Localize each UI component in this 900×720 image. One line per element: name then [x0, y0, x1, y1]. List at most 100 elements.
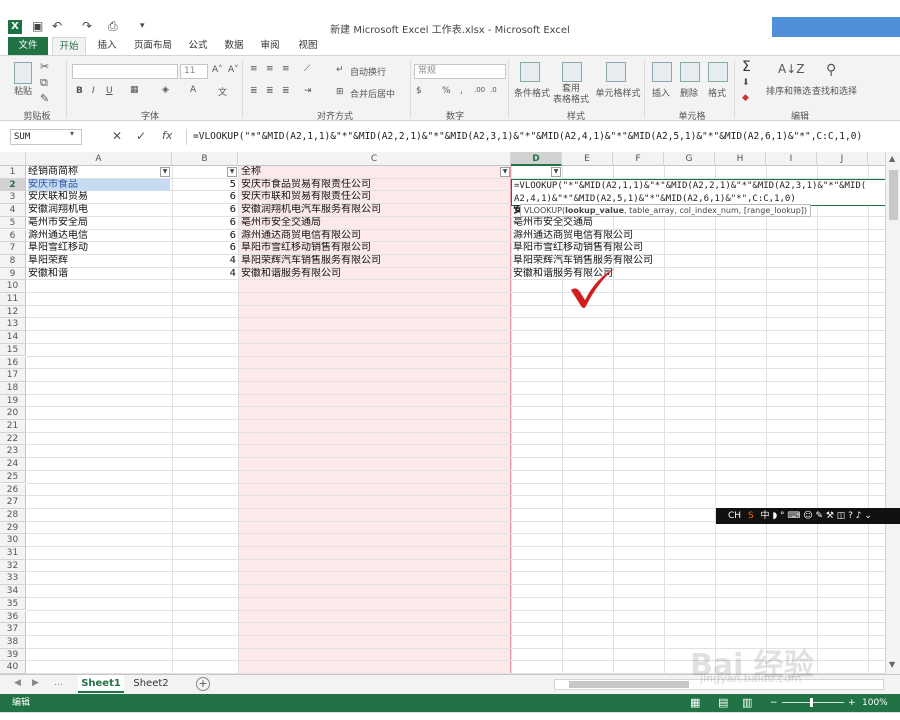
row-header[interactable]: 36 [0, 610, 26, 624]
row-header[interactable]: 30 [0, 534, 26, 547]
cell-col-c[interactable]: 阜阳市雪红移动销售有限公司 [241, 242, 371, 254]
cancel-icon[interactable]: ✕ [112, 129, 122, 143]
cell-col-c[interactable]: 安庆市食品贸易有限责任公司 [241, 179, 371, 191]
worksheet-grid[interactable]: A B C D E F G H I J 1 2 3 4 5 6 7 8 9 10 11 12 13 14 1… [0, 152, 885, 674]
cell-col-a[interactable]: 安徽和谐 [28, 268, 68, 280]
row-header[interactable]: 17 [0, 369, 26, 382]
cell-col-d[interactable]: 阜阳市雪红移动销售有限公司 [513, 242, 643, 254]
page-layout-view-icon[interactable]: ▤ [718, 694, 728, 712]
font-name-box[interactable] [72, 64, 178, 79]
tab-review[interactable]: 审阅 [256, 37, 284, 55]
cell-col-a[interactable]: 安庆联和贸易 [28, 191, 88, 203]
currency-icon[interactable]: $ [416, 86, 422, 96]
row-header[interactable]: 37 [0, 623, 26, 636]
row-header[interactable]: 19 [0, 394, 26, 408]
cell-col-c[interactable]: 安徽和谐服务有限公司 [241, 268, 341, 280]
copy-icon[interactable]: ⧉ [40, 76, 48, 90]
grow-font-icon[interactable]: A˄ [212, 65, 223, 75]
tab-formulas[interactable]: 公式 [184, 37, 212, 55]
row-header[interactable]: 14 [0, 331, 26, 344]
column-header[interactable]: A [26, 152, 172, 166]
row-header[interactable]: 8 [0, 254, 26, 268]
cell-col-b[interactable]: 5 [174, 179, 236, 191]
cell-col-a[interactable]: 阜阳荣辉 [28, 255, 68, 267]
conditional-format-button[interactable]: 条件格式 [512, 86, 552, 99]
cell-col-c[interactable]: 安徽润翔机电汽车服务有限公司 [241, 204, 381, 216]
normal-view-icon[interactable]: ▦ [690, 694, 700, 712]
filter-dropdown-c[interactable]: ▼ [500, 167, 510, 177]
row-header[interactable]: 15 [0, 343, 26, 357]
row-header[interactable]: 25 [0, 470, 26, 484]
merge-icon[interactable]: ⊞ [336, 87, 344, 97]
row-header[interactable]: 39 [0, 648, 26, 662]
column-header[interactable]: F [613, 152, 664, 166]
sheet-more-icon[interactable]: … [54, 678, 63, 688]
wrap-text-button[interactable]: 自动换行 [350, 65, 386, 78]
cell-col-b[interactable]: 4 [174, 268, 236, 280]
row-header[interactable]: 21 [0, 420, 26, 433]
fill-color-icon[interactable]: ◈ [162, 85, 169, 95]
find-select-button[interactable]: 查找和选择 [812, 84, 857, 97]
merge-center-button[interactable]: 合并后居中 [350, 87, 395, 100]
format-table-button[interactable]: 套用 表格格式 [550, 84, 592, 106]
enter-icon[interactable]: ✓ [136, 129, 146, 143]
tab-home[interactable]: 开始 [52, 37, 86, 55]
row-header[interactable]: 22 [0, 432, 26, 446]
shrink-font-icon[interactable]: A˅ [228, 65, 239, 75]
cell-col-c[interactable]: 亳州市安全交通局 [241, 217, 321, 229]
column-header[interactable]: G [664, 152, 715, 166]
cell-col-a[interactable]: 安庆市食品 [28, 178, 170, 191]
cell-d2-editor[interactable]: =VLOOKUP("*"&MID(A2,1,1)&"*"&MID(A2,2,1)… [511, 179, 891, 206]
column-header[interactable]: B [172, 152, 238, 166]
sheet-tab-sheet1[interactable]: Sheet1 [78, 675, 124, 693]
italic-icon[interactable]: I [92, 86, 95, 96]
delete-cells-button[interactable]: 删除 [680, 86, 698, 99]
cell-col-b[interactable]: 6 [174, 204, 236, 216]
column-header[interactable]: I [766, 152, 817, 166]
row-header[interactable]: 18 [0, 381, 26, 395]
cell-col-b[interactable]: 6 [174, 217, 236, 229]
scroll-thumb[interactable] [889, 170, 898, 220]
cell-col-b[interactable]: 6 [174, 242, 236, 254]
row-header[interactable]: 9 [0, 267, 26, 281]
wrap-text-icon[interactable]: ↵ [336, 65, 344, 75]
tab-insert[interactable]: 插入 [92, 37, 122, 55]
tab-page-layout[interactable]: 页面布局 [128, 37, 178, 55]
format-table-icon[interactable] [562, 62, 582, 82]
decrease-decimal-icon[interactable]: .0 [490, 86, 497, 94]
format-painter-icon[interactable]: ✎ [40, 92, 49, 105]
tab-data[interactable]: 数据 [220, 37, 248, 55]
row-header[interactable]: 20 [0, 407, 26, 420]
vertical-scrollbar[interactable]: ▲ ▼ [885, 152, 900, 674]
ime-mode-icon[interactable]: 中 ◗ ° ⌨ ☺ ✎ ⚒ ◫ ? ♪ ⌄ [761, 511, 872, 521]
sheet-tab-sheet2[interactable]: Sheet2 [128, 675, 174, 693]
percent-icon[interactable]: % [442, 86, 451, 96]
delete-cells-icon[interactable] [680, 62, 700, 82]
cell-col-b[interactable]: 6 [174, 230, 236, 242]
insert-cells-button[interactable]: 插入 [652, 86, 670, 99]
ime-logo-icon[interactable]: S [748, 511, 754, 521]
h-scroll-thumb[interactable] [569, 681, 689, 688]
filter-dropdown-d[interactable]: ▼ [551, 167, 561, 177]
zoom-slider[interactable] [782, 702, 844, 703]
row-header[interactable]: 1 [0, 166, 26, 179]
cell-col-c[interactable]: 安庆市联和贸易有限责任公司 [241, 191, 371, 203]
row-header[interactable]: 31 [0, 547, 26, 560]
page-break-view-icon[interactable]: ▥ [742, 694, 752, 712]
name-box-dropdown-icon[interactable]: ▾ [70, 129, 74, 138]
row-header[interactable]: 27 [0, 496, 26, 509]
row-header[interactable]: 6 [0, 229, 26, 243]
cell-c1[interactable]: 全称 [241, 166, 261, 178]
cell-styles-icon[interactable] [606, 62, 626, 82]
row-header[interactable]: 2 [0, 178, 26, 192]
zoom-out-icon[interactable]: − [770, 694, 778, 712]
cell-col-c[interactable]: 阜阳荣辉汽车销售服务有限公司 [241, 255, 381, 267]
phonetic-icon[interactable]: 文 [218, 85, 227, 98]
cell-col-d[interactable]: 亳州市安全交通局 [513, 217, 593, 229]
tooltip-current-arg[interactable]: lookup_value [565, 206, 624, 215]
column-header[interactable]: E [562, 152, 613, 166]
row-header[interactable]: 5 [0, 216, 26, 230]
row-header[interactable]: 24 [0, 458, 26, 471]
tab-view[interactable]: 视图 [294, 37, 322, 55]
row-header[interactable]: 10 [0, 280, 26, 293]
